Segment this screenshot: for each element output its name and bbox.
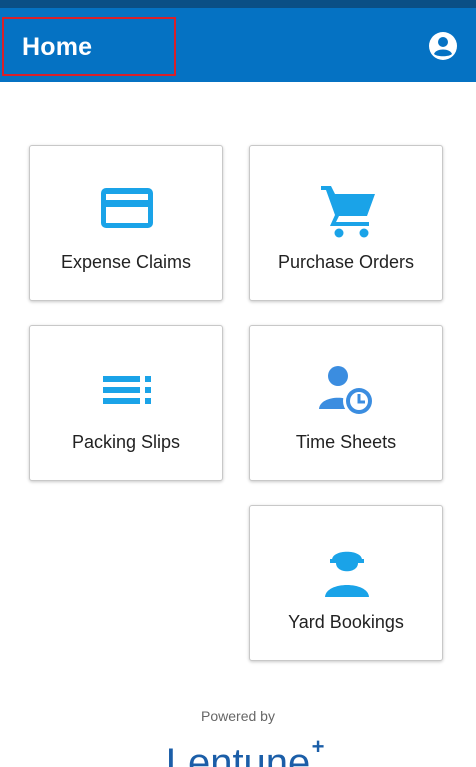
- tile-label: Purchase Orders: [277, 252, 415, 272]
- tile-time-sheets[interactable]: Time Sheets: [249, 325, 443, 481]
- tile-purchase-orders[interactable]: Purchase Orders: [249, 145, 443, 301]
- status-bar: [0, 0, 476, 8]
- tile-label: Time Sheets: [295, 432, 397, 452]
- person-clock-icon: [317, 359, 377, 419]
- page-title-highlight: Home: [2, 17, 176, 76]
- app-bar: Home: [0, 8, 476, 82]
- powered-by-text: Powered by: [201, 708, 275, 724]
- list-icon: [97, 359, 157, 419]
- account-circle-icon[interactable]: [428, 31, 458, 61]
- shopping-cart-icon: [317, 179, 377, 239]
- credit-card-icon: [97, 179, 157, 239]
- tile-label: Packing Slips: [71, 432, 181, 452]
- brand-logo: Lentune +: [0, 734, 476, 767]
- tile-packing-slips[interactable]: Packing Slips: [29, 325, 223, 481]
- tile-expense-claims[interactable]: Expense Claims: [29, 145, 223, 301]
- tile-yard-bookings[interactable]: Yard Bookings: [249, 505, 443, 661]
- svg-text:+: +: [312, 734, 325, 759]
- tile-label: Expense Claims: [60, 252, 192, 272]
- page-title: Home: [22, 33, 93, 61]
- worker-hardhat-icon: [317, 539, 377, 599]
- svg-text:Lentune: Lentune: [166, 741, 311, 767]
- tile-label: Yard Bookings: [288, 612, 404, 632]
